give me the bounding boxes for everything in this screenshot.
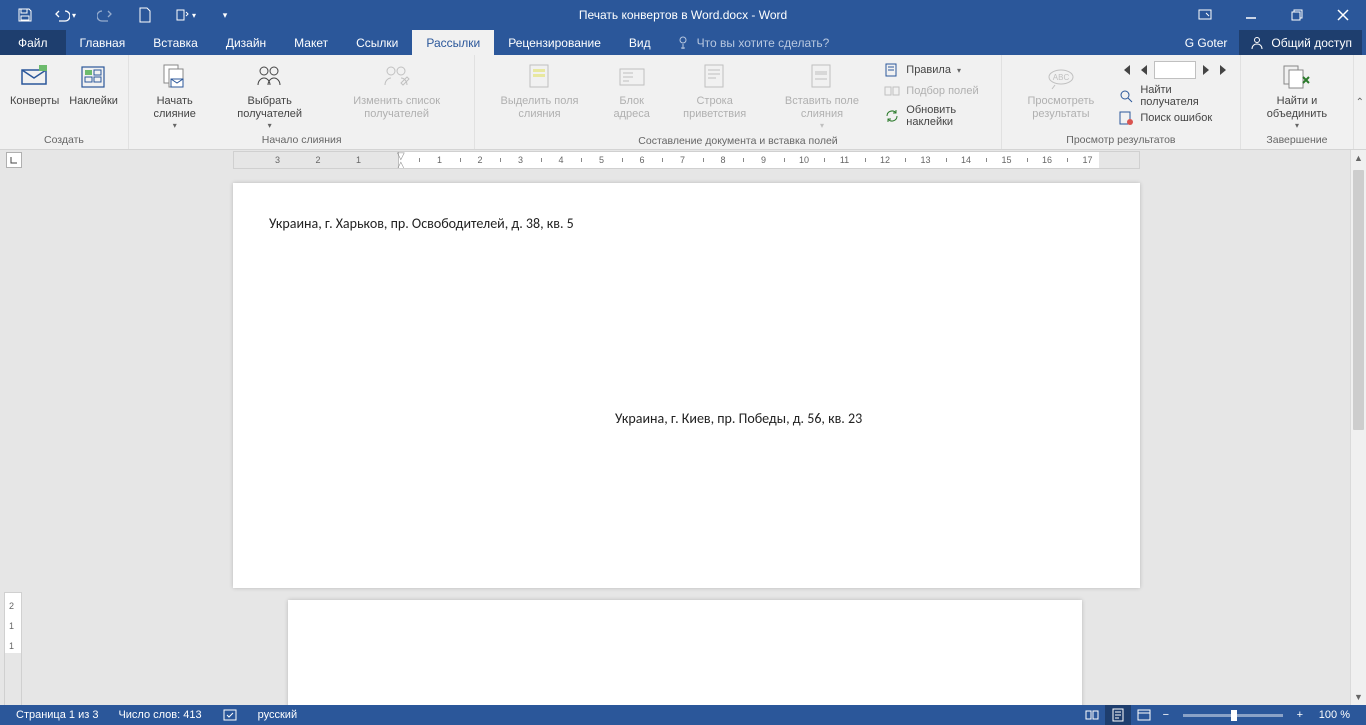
tab-review[interactable]: Рецензирование — [494, 30, 615, 55]
scroll-thumb[interactable] — [1353, 170, 1364, 430]
new-doc-button[interactable] — [126, 0, 164, 30]
touch-mode-button[interactable]: ▾ — [166, 0, 204, 30]
prev-record-button[interactable] — [1136, 62, 1152, 78]
zoom-level[interactable]: 100 % — [1309, 709, 1360, 721]
tab-design[interactable]: Дизайн — [212, 30, 280, 55]
address-block-button: Блок адреса — [600, 57, 664, 121]
tab-mailings[interactable]: Рассылки — [412, 30, 494, 55]
select-recipients-button[interactable]: Выбрать получателей▾ — [217, 57, 323, 131]
finish-merge-button[interactable]: Найти и объединить▾ — [1247, 57, 1346, 131]
scroll-down-button[interactable]: ▼ — [1351, 689, 1366, 705]
document-page-2[interactable] — [288, 600, 1082, 705]
group-label-write: Составление документа и вставка полей — [638, 133, 837, 150]
group-label-preview: Просмотр результатов — [1066, 132, 1175, 149]
svg-text:ABC: ABC — [1053, 73, 1070, 82]
ruler-row: 3211234567891011121314151617 ▽ △ — [0, 150, 1366, 170]
ribbon-display-options-button[interactable] — [1182, 0, 1228, 30]
record-navigation — [1116, 57, 1234, 83]
read-mode-button[interactable] — [1079, 705, 1105, 725]
window-title: Печать конвертов в Word.docx - Word — [579, 8, 787, 22]
insert-merge-field-button: Вставить поле слияния▾ — [766, 57, 879, 131]
window-controls — [1182, 0, 1366, 30]
last-record-button[interactable] — [1216, 62, 1232, 78]
tab-stop-selector[interactable] — [6, 152, 22, 168]
share-button[interactable]: Общий доступ — [1239, 30, 1362, 55]
minimize-button[interactable] — [1228, 0, 1274, 30]
labels-button[interactable]: Наклейки — [65, 57, 122, 108]
tab-insert[interactable]: Вставка — [139, 30, 212, 55]
greeting-line-button: Строка приветствия — [666, 57, 764, 121]
find-recipient-button[interactable]: Найти получателя — [1116, 83, 1234, 109]
scroll-up-button[interactable]: ▲ — [1351, 150, 1366, 166]
status-bar: Страница 1 из 3 Число слов: 413 русский … — [0, 705, 1366, 725]
share-label: Общий доступ — [1271, 36, 1352, 50]
record-number-input[interactable] — [1154, 61, 1196, 79]
word-count[interactable]: Число слов: 413 — [108, 709, 211, 721]
match-fields-button: Подбор полей — [882, 82, 992, 100]
tell-me-placeholder: Что вы хотите сделать? — [697, 36, 830, 50]
qat-customize-button[interactable]: ▾ — [206, 0, 244, 30]
update-labels-button[interactable]: Обновить наклейки — [882, 103, 992, 129]
save-button[interactable] — [6, 0, 44, 30]
document-area[interactable]: 211 Украина, г. Харьков, пр. Освободител… — [0, 170, 1350, 705]
edit-recipients-button: Изменить список получателей — [325, 57, 469, 121]
group-label-finish: Завершение — [1266, 132, 1327, 149]
print-layout-button[interactable] — [1105, 705, 1131, 725]
start-merge-button[interactable]: Начать слияние▾ — [135, 57, 215, 131]
check-errors-button[interactable]: Поиск ошибок — [1116, 109, 1234, 127]
undo-button[interactable]: ▾ — [46, 0, 84, 30]
proofing-button[interactable] — [212, 707, 248, 723]
title-bar: ▾ ▾ ▾ Печать конвертов в Word.docx - Wor… — [0, 0, 1366, 30]
ribbon: Конверты Наклейки Создать Начать слияние… — [0, 55, 1366, 150]
envelope-page[interactable]: Украина, г. Харьков, пр. Освободителей, … — [233, 183, 1140, 588]
tab-file[interactable]: Файл — [0, 30, 66, 55]
group-create: Конверты Наклейки Создать — [0, 55, 129, 149]
group-label-create: Создать — [44, 132, 84, 149]
tab-layout[interactable]: Макет — [280, 30, 342, 55]
web-layout-button[interactable] — [1131, 705, 1157, 725]
restore-button[interactable] — [1274, 0, 1320, 30]
next-record-button[interactable] — [1198, 62, 1214, 78]
highlight-fields-button: Выделить поля слияния — [481, 57, 597, 121]
vertical-scrollbar[interactable]: ▲ ▼ — [1350, 150, 1366, 705]
close-button[interactable] — [1320, 0, 1366, 30]
vertical-ruler[interactable]: 211 — [4, 592, 22, 705]
group-label-start: Начало слияния — [262, 132, 342, 149]
tab-references[interactable]: Ссылки — [342, 30, 412, 55]
zoom-in-button[interactable]: + — [1291, 709, 1309, 721]
horizontal-ruler[interactable]: 3211234567891011121314151617 ▽ △ — [233, 151, 1140, 169]
page-indicator[interactable]: Страница 1 из 3 — [6, 709, 108, 721]
first-record-button[interactable] — [1118, 62, 1134, 78]
tab-home[interactable]: Главная — [66, 30, 140, 55]
sender-address[interactable]: Украина, г. Харьков, пр. Освободителей, … — [269, 215, 574, 232]
quick-access-toolbar: ▾ ▾ ▾ — [0, 0, 244, 30]
zoom-slider[interactable] — [1183, 714, 1283, 717]
language-button[interactable]: русский — [248, 709, 307, 721]
redo-button[interactable] — [86, 0, 124, 30]
preview-results-button: ABC Просмотреть результаты — [1008, 57, 1115, 121]
tell-me-search[interactable]: Что вы хотите сделать? — [675, 30, 830, 55]
user-name[interactable]: G Goter — [1177, 36, 1236, 50]
rules-button[interactable]: Правила ▾ — [882, 61, 992, 79]
collapse-ribbon-button[interactable]: ⌃ — [1354, 55, 1366, 149]
envelopes-button[interactable]: Конверты — [6, 57, 63, 108]
tab-view[interactable]: Вид — [615, 30, 665, 55]
group-preview: ABC Просмотреть результаты Найти получат… — [1002, 55, 1242, 149]
group-finish: Найти и объединить▾ Завершение — [1241, 55, 1353, 149]
recipient-address[interactable]: Украина, г. Киев, пр. Победы, д. 56, кв.… — [615, 410, 862, 427]
group-start-merge: Начать слияние▾ Выбрать получателей▾ Изм… — [129, 55, 476, 149]
zoom-out-button[interactable]: − — [1157, 709, 1175, 721]
ribbon-tabs: Файл Главная Вставка Дизайн Макет Ссылки… — [0, 30, 1366, 55]
group-write-insert: Выделить поля слияния Блок адреса Строка… — [475, 55, 1001, 149]
